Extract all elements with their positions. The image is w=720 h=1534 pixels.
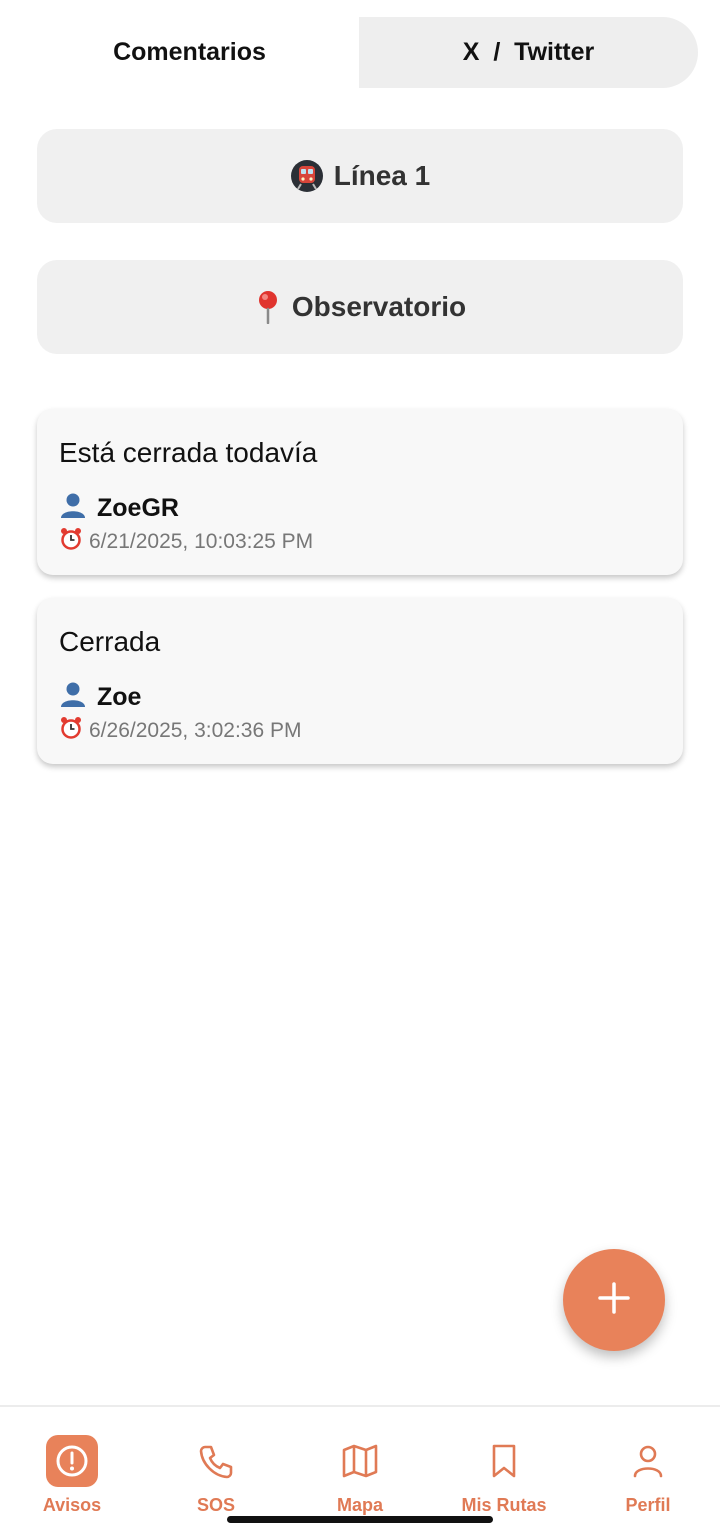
tab-comentarios[interactable]: Comentarios	[20, 17, 359, 88]
add-comment-button[interactable]	[563, 1249, 665, 1351]
nav-item-avisos[interactable]: Avisos	[0, 1435, 144, 1516]
comment-card[interactable]: Cerrada Zoe 6/26/2025, 3:02:36 PM	[37, 598, 683, 764]
tab-twitter-label: X / Twitter	[462, 38, 595, 66]
bookmark-icon	[478, 1435, 530, 1487]
comment-author: Zoe	[59, 680, 141, 715]
user-icon	[59, 491, 87, 526]
comment-message: Está cerrada todavía	[59, 437, 318, 468]
nav-item-mapa[interactable]: Mapa	[288, 1435, 432, 1516]
nav-item-label: Perfil	[625, 1495, 671, 1515]
comment-timestamp: 6/26/2025, 3:02:36 PM	[59, 716, 302, 746]
line-selector[interactable]: Línea 1	[37, 129, 683, 223]
nav-item-label: SOS	[196, 1495, 235, 1515]
nav-item-sos[interactable]: SOS	[144, 1435, 288, 1516]
line-selector-label: Línea 1	[333, 160, 431, 191]
comment-message: Cerrada	[59, 626, 161, 657]
alert-icon	[46, 1435, 98, 1487]
station-selector[interactable]: Observatorio	[37, 260, 683, 354]
comment-card[interactable]: Está cerrada todavía ZoeGR 6/21/2025, 10…	[37, 409, 683, 575]
tab-twitter[interactable]: X / Twitter	[359, 17, 698, 88]
plus-icon	[597, 1281, 631, 1320]
phone-icon	[190, 1435, 242, 1487]
comment-author-name: Zoe	[97, 683, 142, 711]
comment-author: ZoeGR	[59, 491, 179, 526]
tab-bar: Comentarios X / Twitter	[20, 17, 698, 88]
comment-timestamp-text: 6/26/2025, 3:02:36 PM	[89, 719, 302, 742]
nav-item-label: Avisos	[42, 1495, 102, 1515]
comment-author-name: ZoeGR	[97, 494, 179, 522]
station-selector-label: Observatorio	[291, 291, 467, 322]
metro-icon	[290, 159, 324, 193]
pin-icon	[254, 290, 282, 324]
bottom-navigation: Avisos SOS Mapa Mis Rutas Perfil	[0, 1405, 720, 1534]
alarm-clock-icon	[59, 716, 83, 746]
user-icon	[622, 1435, 674, 1487]
comment-timestamp: 6/21/2025, 10:03:25 PM	[59, 527, 313, 557]
tab-comentarios-label: Comentarios	[113, 38, 266, 66]
comment-timestamp-text: 6/21/2025, 10:03:25 PM	[89, 530, 314, 553]
map-icon	[334, 1435, 386, 1487]
nav-item-mis-rutas[interactable]: Mis Rutas	[432, 1435, 576, 1516]
home-indicator[interactable]	[227, 1516, 493, 1523]
nav-item-label: Mis Rutas	[461, 1495, 547, 1515]
alarm-clock-icon	[59, 527, 83, 557]
nav-item-perfil[interactable]: Perfil	[576, 1435, 720, 1516]
user-icon	[59, 680, 87, 715]
nav-item-label: Mapa	[336, 1495, 383, 1515]
